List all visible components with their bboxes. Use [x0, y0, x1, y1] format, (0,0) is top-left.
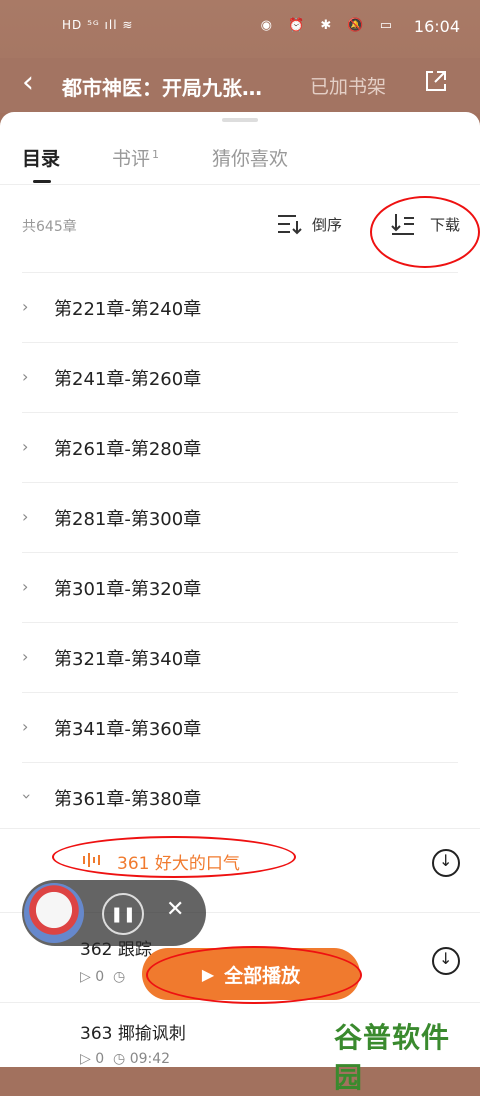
play-count-value: 0	[95, 969, 105, 985]
review-count-badge: 1	[152, 147, 160, 161]
play-count: ▷ 0 ◷ 09:42	[80, 1051, 171, 1067]
section-item-expanded[interactable]: › 第361章-第380章	[18, 762, 458, 832]
app-header: ‹ 都市神医：开局九张… 已加书架	[0, 58, 480, 113]
play-all-highlight-ring	[146, 946, 362, 1004]
back-icon[interactable]: ‹	[22, 68, 34, 98]
chevron-right-icon: ›	[22, 577, 29, 596]
section-item[interactable]: › 第221章-第240章	[22, 272, 458, 342]
book-cover-thumbnail[interactable]	[24, 883, 84, 943]
section-item[interactable]: › 第261章-第280章	[22, 412, 458, 482]
chevron-right-icon: ›	[22, 437, 29, 456]
download-circle-icon[interactable]	[432, 849, 460, 877]
section-item[interactable]: › 第241章-第260章	[22, 342, 458, 412]
section-label: 第341章-第360章	[54, 719, 202, 740]
chevron-right-icon: ›	[22, 647, 29, 666]
tab-indicator	[33, 180, 51, 183]
section-label: 第321章-第340章	[54, 649, 202, 670]
download-highlight-ring	[370, 196, 480, 268]
play-count: ▷ 0 ◷	[80, 969, 126, 985]
drag-handle[interactable]	[222, 118, 258, 122]
sort-icon	[278, 215, 302, 235]
chevron-down-icon: ›	[17, 793, 37, 800]
play-count-value: 0	[95, 1051, 105, 1067]
tab-reviews-label: 书评	[112, 148, 151, 170]
section-label: 第281章-第300章	[54, 509, 202, 530]
status-signal: HD ⁵ᴳ ıll ≋	[62, 18, 134, 32]
chevron-right-icon: ›	[22, 717, 29, 736]
section-label: 第261章-第280章	[54, 439, 202, 460]
pause-button[interactable]: ❚❚	[102, 893, 144, 935]
section-item[interactable]: › 第301章-第320章	[22, 552, 458, 622]
status-time: 16:04	[413, 17, 460, 36]
status-bar: HD ⁵ᴳ ıll ≋ ◉ ⏰ ✱ 🔕 ▭ 16:04	[0, 0, 480, 58]
section-label: 第301章-第320章	[54, 579, 202, 600]
watermark-text: 谷普软件园	[334, 1021, 451, 1094]
section-list: › 第221章-第240章 › 第241章-第260章 › 第261章-第280章 ›…	[0, 272, 480, 832]
download-circle-icon[interactable]	[432, 947, 460, 975]
section-item[interactable]: › 第341章-第360章	[22, 692, 458, 762]
section-label: 第241章-第260章	[54, 369, 202, 390]
close-player-button[interactable]: ✕	[166, 897, 184, 922]
tab-reviews[interactable]: 书评 1	[112, 144, 159, 171]
chevron-right-icon: ›	[22, 297, 29, 316]
tab-catalog[interactable]: 目录	[22, 144, 60, 171]
chevron-right-icon: ›	[22, 367, 29, 386]
status-icons: ◉ ⏰ ✱ 🔕 ▭	[260, 18, 398, 33]
sort-label: 倒序	[312, 215, 343, 234]
playing-highlight-ring	[52, 836, 296, 878]
chapter-duration: 09:42	[129, 1051, 171, 1067]
site-watermark: 谷普软件园	[328, 1012, 470, 1094]
section-item[interactable]: › 第321章-第340章	[22, 622, 458, 692]
chapter-count: 共645章	[22, 219, 77, 235]
added-to-shelf-button[interactable]: 已加书架	[310, 72, 386, 99]
tab-recommend[interactable]: 猜你喜欢	[212, 144, 288, 171]
share-icon[interactable]	[425, 70, 447, 92]
chevron-right-icon: ›	[22, 507, 29, 526]
sort-button[interactable]: 倒序	[276, 212, 342, 236]
mini-player[interactable]: ❚❚ ✕	[22, 880, 206, 946]
chapter-title: 363 揶揄讽刺	[80, 1024, 186, 1044]
section-label: 第221章-第240章	[54, 299, 202, 320]
section-item[interactable]: › 第281章-第300章	[22, 482, 458, 552]
section-label: 第361章-第380章	[54, 789, 202, 810]
tab-bar: 目录 书评 1 猜你喜欢	[0, 142, 480, 185]
book-title: 都市神医：开局九张…	[62, 76, 262, 100]
